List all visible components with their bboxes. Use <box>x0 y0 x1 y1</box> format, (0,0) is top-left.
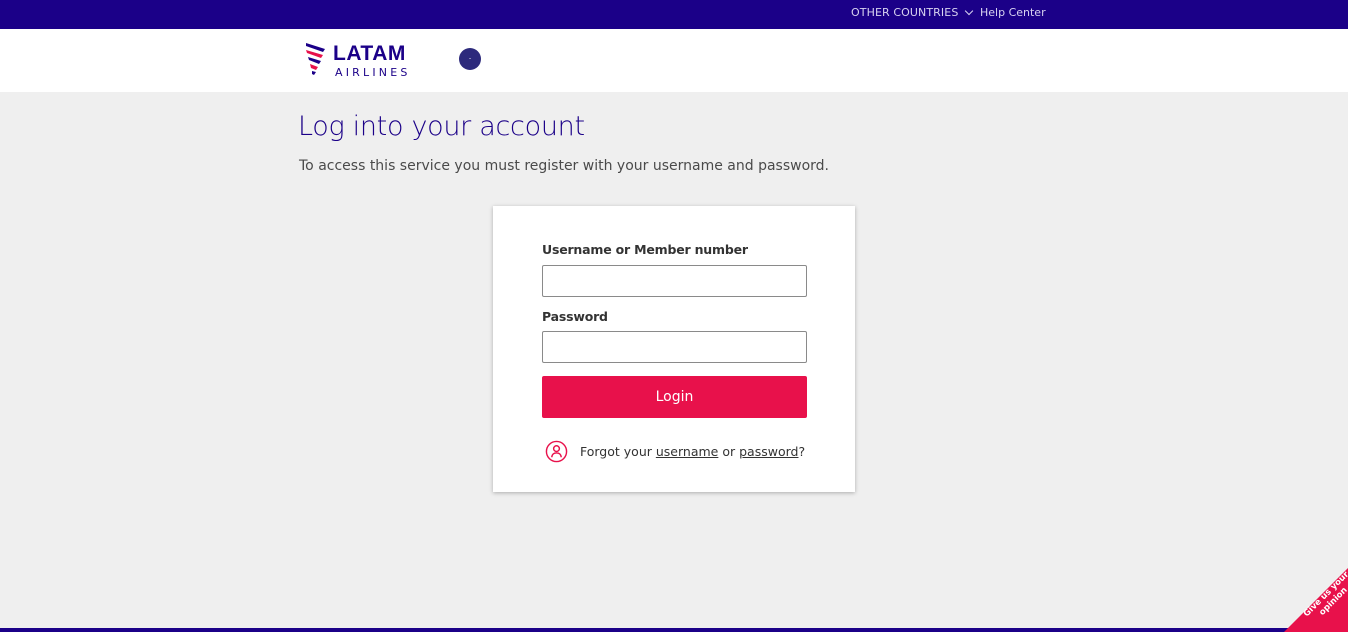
oneworld-logo-icon: • <box>459 48 481 70</box>
logo-subtitle: AIRLINES <box>335 66 411 79</box>
page-subtitle: To access this service you must register… <box>299 158 829 174</box>
forgot-or: or <box>722 444 736 459</box>
page-title: Log into your account <box>298 111 585 142</box>
password-label: Password <box>542 309 608 324</box>
other-countries-label: OTHER COUNTRIES <box>851 6 959 19</box>
top-bar: OTHER COUNTRIES Help Center <box>0 0 1348 29</box>
site-header: LATAM AIRLINES • <box>0 29 1348 92</box>
username-input[interactable] <box>542 265 807 297</box>
logo-wordmark: LATAM <box>333 42 406 65</box>
forgot-suffix: ? <box>798 444 806 459</box>
chevron-down-icon <box>965 6 974 16</box>
forgot-password-link[interactable]: password <box>739 444 798 459</box>
forgot-text: Forgot your username or password? <box>580 444 805 459</box>
help-center-link[interactable]: Help Center <box>980 6 1046 19</box>
other-countries-dropdown[interactable]: OTHER COUNTRIES <box>851 6 974 19</box>
username-label: Username or Member number <box>542 242 748 257</box>
login-card: Username or Member number Password Login… <box>493 206 855 492</box>
forgot-username-link[interactable]: username <box>656 444 719 459</box>
login-button[interactable]: Login <box>542 376 807 418</box>
latam-logo-icon <box>306 43 325 75</box>
footer-bar <box>0 628 1348 632</box>
feedback-tab[interactable]: Give us your opinion <box>1284 568 1348 632</box>
forgot-credentials: Forgot your username or password? <box>545 440 805 463</box>
password-input[interactable] <box>542 331 807 363</box>
user-help-icon <box>545 440 568 463</box>
latam-logo[interactable]: LATAM AIRLINES <box>303 41 428 81</box>
forgot-prefix: Forgot your <box>580 444 652 459</box>
